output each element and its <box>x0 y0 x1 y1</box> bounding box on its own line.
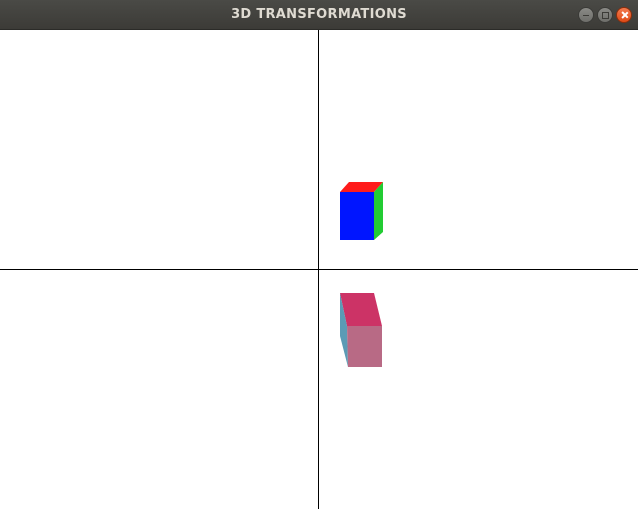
title-bar[interactable]: 3D TRANSFORMATIONS <box>0 0 638 30</box>
application-window: 3D TRANSFORMATIONS <box>0 0 638 509</box>
close-button[interactable] <box>616 7 632 23</box>
transformed-cube-front-face <box>347 326 382 367</box>
window-title: 3D TRANSFORMATIONS <box>231 7 407 22</box>
original-cube <box>340 182 383 240</box>
transformed-cube <box>340 293 382 367</box>
transformed-cube-top-face <box>340 293 382 326</box>
original-cube-side-face <box>374 182 383 240</box>
drawing-canvas <box>0 30 638 509</box>
original-cube-front-face <box>340 192 374 240</box>
window-controls <box>578 7 632 23</box>
minimize-button[interactable] <box>578 7 594 23</box>
maximize-button[interactable] <box>597 7 613 23</box>
